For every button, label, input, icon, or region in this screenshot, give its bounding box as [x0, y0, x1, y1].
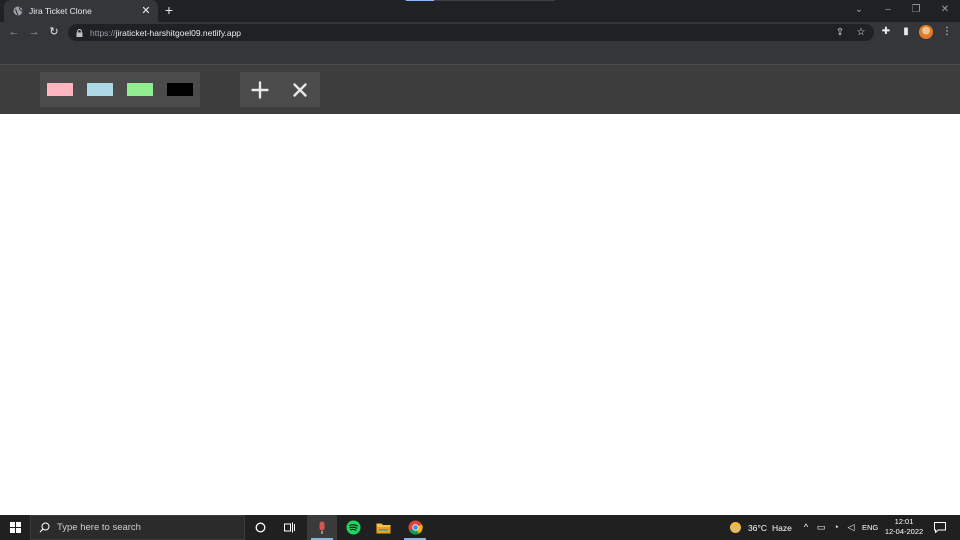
globe-icon: [13, 6, 23, 16]
taskbar-search-input[interactable]: Type here to search: [30, 515, 245, 540]
clock[interactable]: 12:01 12-04-2022: [878, 517, 930, 537]
notification-icon[interactable]: [934, 522, 946, 533]
taskbar-app-spotify[interactable]: [338, 515, 368, 540]
share-icon[interactable]: ⇪: [834, 27, 846, 39]
recorder-icon: [319, 521, 325, 534]
windows-taskbar: Type here to search 36°C Haze ^ ▭ ◔ ◁ EN…: [0, 515, 960, 540]
search-icon: [39, 522, 50, 533]
cortana-icon[interactable]: [245, 515, 275, 540]
wifi-icon[interactable]: ◔: [830, 521, 842, 533]
color-swatch-black[interactable]: [167, 83, 193, 96]
start-button[interactable]: [0, 515, 30, 540]
chrome-icon: [408, 520, 423, 535]
lock-icon: [76, 28, 83, 37]
url-host: jiraticket-harshitgoel09.netlify.app: [115, 27, 242, 38]
volume-icon[interactable]: ◁: [845, 521, 857, 533]
taskbar-app-screen-recorder[interactable]: [307, 515, 337, 540]
window-close-icon[interactable]: ✕: [938, 3, 952, 17]
add-ticket-button[interactable]: [240, 72, 280, 107]
browser-tab[interactable]: Jira Ticket Clone ✕: [4, 0, 158, 22]
tab-title: Jira Ticket Clone: [29, 6, 92, 16]
taskbar-app-chrome[interactable]: [400, 515, 430, 540]
tabstrip-accent-highlight: [406, 0, 434, 1]
weather-description[interactable]: Haze: [772, 523, 792, 533]
clock-date: 12-04-2022: [884, 527, 924, 536]
new-tab-button[interactable]: +: [162, 2, 176, 18]
plus-icon: [251, 80, 269, 99]
ticket-container: [0, 114, 960, 515]
folder-icon: [376, 523, 390, 533]
profile-avatar[interactable]: [919, 25, 933, 39]
search-placeholder: Type here to search: [57, 522, 141, 533]
address-bar[interactable]: https:// jiraticket-harshitgoel09.netlif…: [68, 24, 874, 41]
action-group: [240, 72, 320, 107]
chevron-up-icon[interactable]: ^: [800, 521, 812, 533]
app-toolbar: [0, 65, 960, 114]
browser-tabstrip: Jira Ticket Clone ✕ + ⌄ – ❐ ✕: [0, 0, 960, 22]
forward-arrow-icon[interactable]: →: [26, 24, 42, 40]
weather-sun-icon[interactable]: [729, 521, 742, 534]
task-view-icon[interactable]: [275, 515, 305, 540]
taskbar-app-file-explorer[interactable]: [368, 515, 398, 540]
extensions-icon[interactable]: ✚: [879, 25, 893, 39]
tab-close-icon[interactable]: ✕: [140, 5, 152, 17]
weather-temperature[interactable]: 36°C: [748, 523, 767, 533]
color-swatch-lightblue[interactable]: [87, 83, 113, 96]
restore-icon[interactable]: ❐: [909, 3, 923, 17]
url-scheme: https://: [90, 27, 116, 38]
tab-search-icon[interactable]: ⌄: [852, 3, 866, 17]
windows-logo-icon: [9, 522, 21, 533]
battery-icon[interactable]: ▭: [815, 521, 827, 533]
color-filter-group: [40, 72, 200, 107]
minimize-icon[interactable]: –: [881, 3, 895, 17]
color-swatch-lightgreen[interactable]: [127, 83, 153, 96]
remove-ticket-button[interactable]: [280, 72, 320, 107]
reload-icon[interactable]: ↻: [46, 24, 62, 40]
close-icon: [293, 82, 307, 97]
language-indicator[interactable]: ENG: [862, 523, 878, 532]
bookmark-star-icon[interactable]: ☆: [855, 27, 867, 39]
side-panel-icon[interactable]: ▮: [899, 25, 913, 39]
clock-time: 12:01: [894, 517, 914, 526]
toolbar-spacer: [0, 43, 960, 64]
screen: Jira Ticket Clone ✕ + ⌄ – ❐ ✕ ← → ↻ http…: [0, 0, 960, 540]
back-arrow-icon[interactable]: ←: [6, 24, 22, 40]
spotify-icon: [346, 520, 360, 535]
color-swatch-pink[interactable]: [47, 83, 73, 96]
menu-kebab-icon[interactable]: ⋮: [940, 25, 954, 39]
